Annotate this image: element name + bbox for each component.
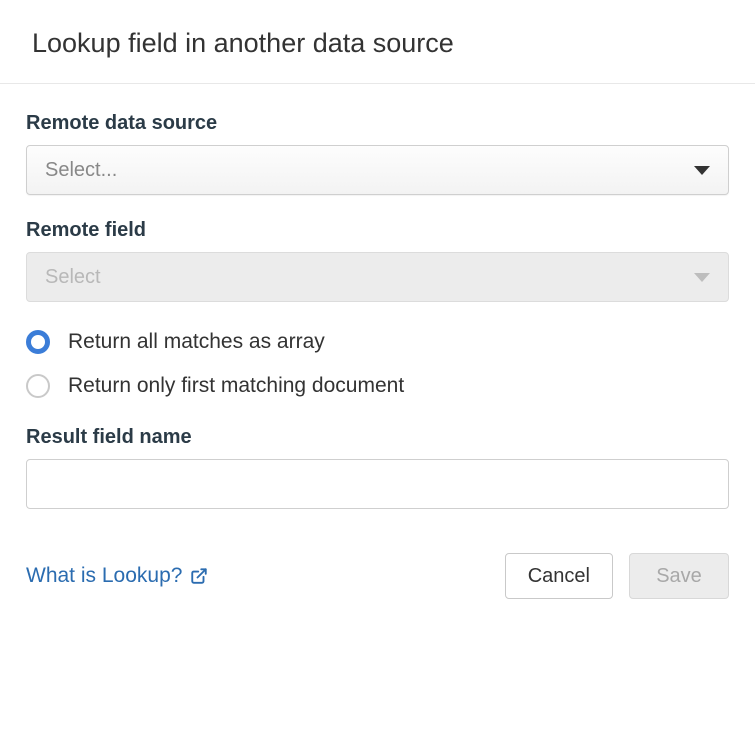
radio-icon xyxy=(26,330,50,354)
save-button: Save xyxy=(629,553,729,599)
remote-data-source-label: Remote data source xyxy=(26,112,729,135)
radio-dot xyxy=(34,338,42,346)
radio-icon xyxy=(26,374,50,398)
radio-return-all[interactable]: Return all matches as array xyxy=(26,330,729,354)
dialog-body: Remote data source Select... Remote fiel… xyxy=(0,84,755,509)
result-field-name-label: Result field name xyxy=(26,426,729,449)
remote-data-source-placeholder: Select... xyxy=(45,159,117,182)
match-mode-radio-group: Return all matches as array Return only … xyxy=(26,330,729,398)
help-link-text: What is Lookup? xyxy=(26,564,182,588)
remote-field-placeholder: Select xyxy=(45,266,101,289)
footer-buttons: Cancel Save xyxy=(505,553,729,599)
result-field-name-input[interactable] xyxy=(26,459,729,509)
remote-data-source-select[interactable]: Select... xyxy=(26,145,729,195)
result-field-name-group: Result field name xyxy=(26,426,729,509)
chevron-down-icon xyxy=(694,166,710,175)
dialog-footer: What is Lookup? Cancel Save xyxy=(0,553,755,599)
remote-field-label: Remote field xyxy=(26,219,729,242)
cancel-button[interactable]: Cancel xyxy=(505,553,613,599)
chevron-down-icon xyxy=(694,273,710,282)
remote-field-group: Remote field Select xyxy=(26,219,729,302)
radio-return-first[interactable]: Return only first matching document xyxy=(26,374,729,398)
radio-return-first-label: Return only first matching document xyxy=(68,374,404,398)
dialog-header: Lookup field in another data source xyxy=(0,0,755,84)
remote-field-select: Select xyxy=(26,252,729,302)
dialog-title: Lookup field in another data source xyxy=(32,28,723,59)
radio-return-all-label: Return all matches as array xyxy=(68,330,325,354)
help-link[interactable]: What is Lookup? xyxy=(26,564,208,588)
external-link-icon xyxy=(190,567,208,585)
remote-data-source-group: Remote data source Select... xyxy=(26,112,729,195)
